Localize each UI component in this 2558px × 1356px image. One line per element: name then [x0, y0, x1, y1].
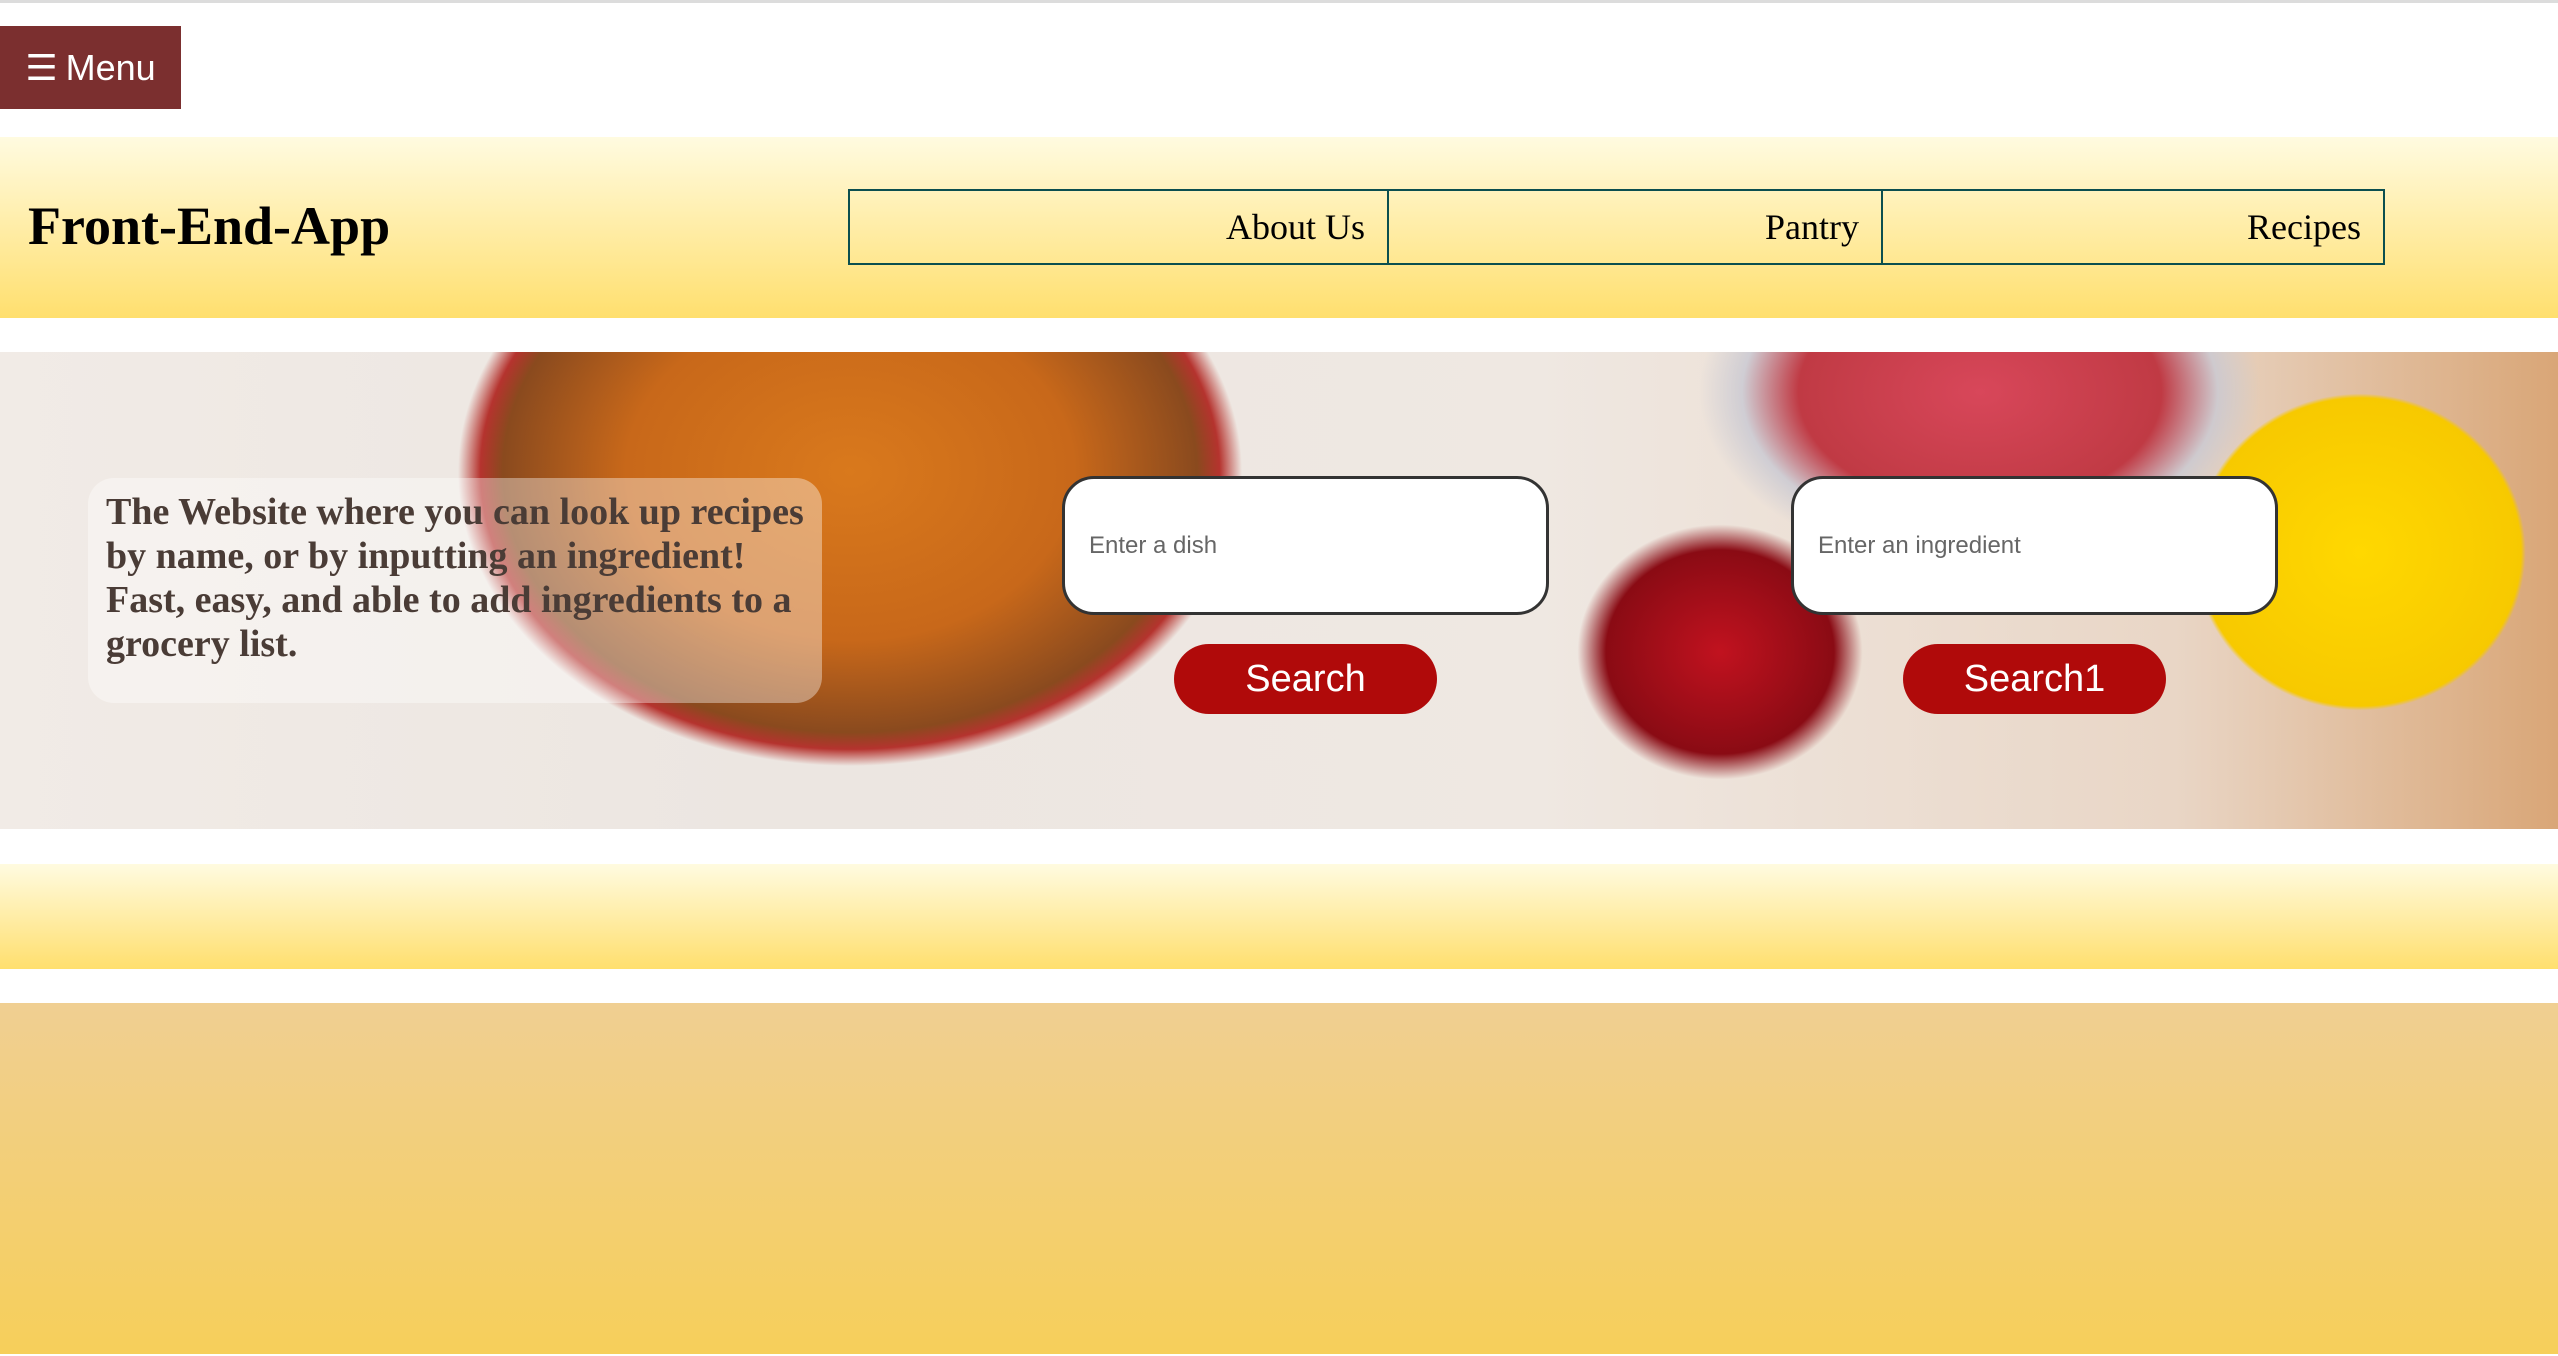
dish-search-input[interactable]	[1062, 476, 1549, 615]
hamburger-icon: ☰	[25, 46, 58, 88]
menu-label: Menu	[65, 46, 156, 88]
ingredient-search-button[interactable]: Search1	[1903, 644, 2166, 714]
nav-recipes[interactable]: Recipes	[1881, 191, 2383, 263]
ingredient-search-input[interactable]	[1791, 476, 2278, 615]
menu-button[interactable]: ☰ Menu	[0, 26, 181, 109]
yellow-band	[0, 864, 2558, 969]
main-nav: About Us Pantry Recipes	[848, 189, 2385, 265]
content-area	[0, 1003, 2558, 1354]
nav-pantry[interactable]: Pantry	[1387, 191, 1881, 263]
hero-banner: The Website where you can look up recipe…	[0, 352, 2558, 829]
dish-search-button[interactable]: Search	[1174, 644, 1437, 714]
nav-about-us[interactable]: About Us	[850, 191, 1387, 263]
site-header: Front-End-App About Us Pantry Recipes	[0, 137, 2558, 318]
hero-description: The Website where you can look up recipe…	[88, 478, 822, 703]
site-title: Front-End-App	[28, 196, 391, 256]
top-border	[0, 0, 2558, 3]
